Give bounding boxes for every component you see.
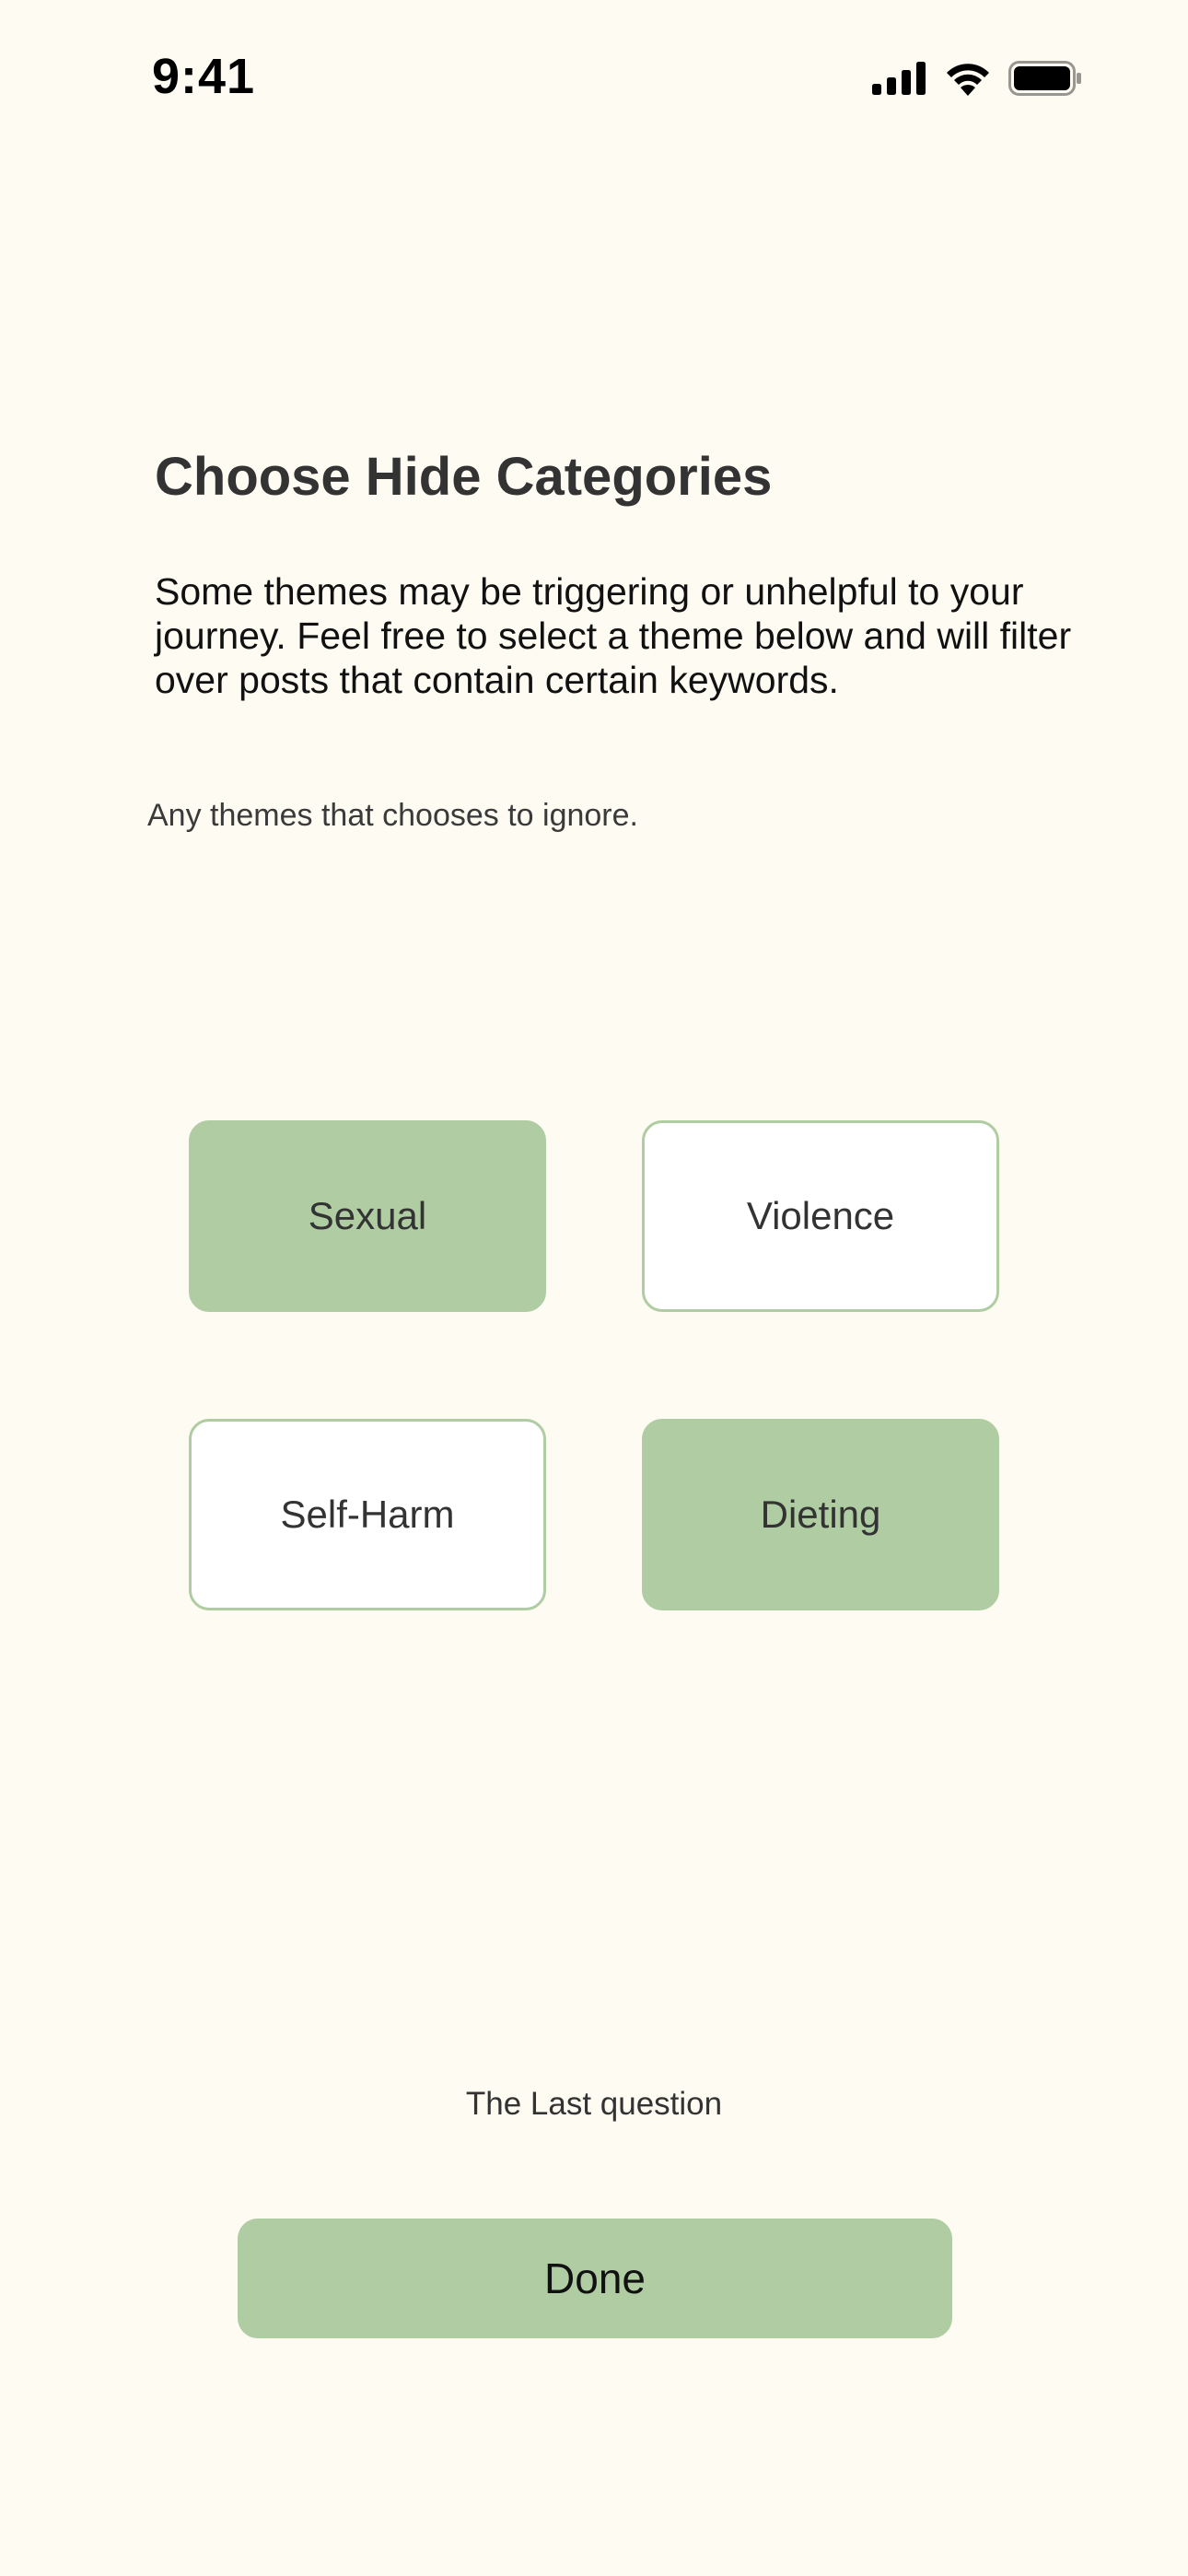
page-title: Choose Hide Categories xyxy=(155,447,773,507)
cellular-signal-icon xyxy=(872,62,927,100)
battery-icon xyxy=(1008,61,1082,100)
page-description: Some themes may be triggering or unhelpf… xyxy=(155,570,1072,701)
status-bar: 9:41 xyxy=(0,0,1188,166)
wifi-icon xyxy=(944,61,992,100)
hint-text: Any themes that chooses to ignore. xyxy=(147,798,638,833)
category-label: Dieting xyxy=(760,1493,881,1536)
category-label: Violence xyxy=(746,1194,895,1237)
status-icons xyxy=(872,61,1082,100)
done-button-label: Done xyxy=(544,2254,646,2302)
category-label: Sexual xyxy=(308,1194,427,1237)
category-label: Self-Harm xyxy=(280,1493,455,1536)
done-button[interactable]: Done xyxy=(238,2219,952,2338)
status-time: 9:41 xyxy=(152,49,256,104)
category-dieting-button[interactable]: Dieting xyxy=(642,1419,999,1610)
category-self-harm-button[interactable]: Self-Harm xyxy=(189,1419,546,1610)
category-sexual-button[interactable]: Sexual xyxy=(189,1120,546,1312)
footer-note: The Last question xyxy=(465,2086,723,2122)
category-violence-button[interactable]: Violence xyxy=(642,1120,999,1312)
